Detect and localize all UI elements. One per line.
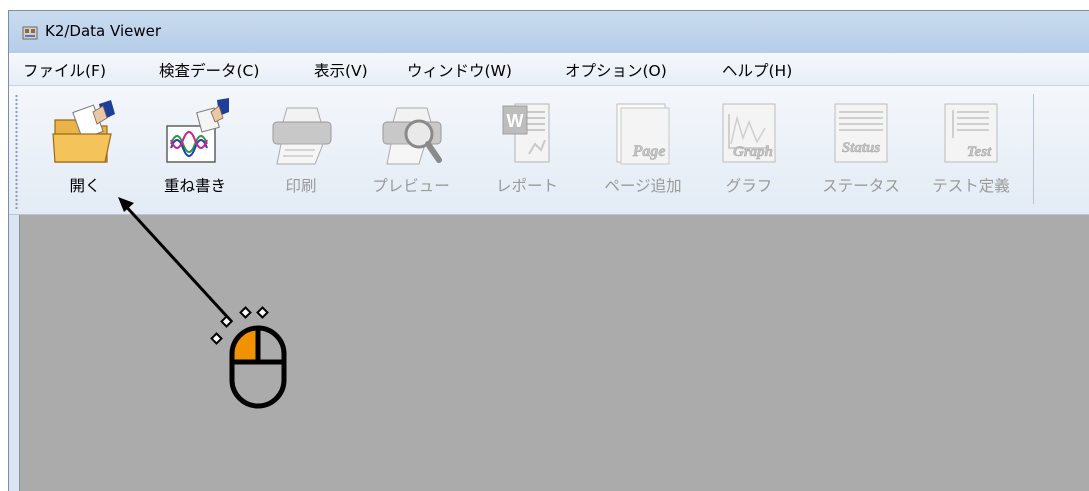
- menu-inspection-data[interactable]: 検査データ(C): [159, 59, 259, 81]
- open-button[interactable]: 開く: [45, 94, 125, 212]
- print-label: 印刷: [285, 177, 317, 195]
- test-definition-icon: Test: [944, 103, 998, 163]
- svg-text:Test: Test: [967, 144, 992, 160]
- title-bar[interactable]: K2/Data Viewer: [9, 11, 1089, 53]
- add-page-icon: Page: [616, 103, 670, 165]
- word-report-icon: W: [502, 103, 550, 163]
- svg-text:Graph: Graph: [733, 144, 773, 160]
- toolbar: 開く 重ね書き 印刷 プレビュー W レポート Page ページ追加 Graph…: [9, 86, 1089, 215]
- mdi-workspace[interactable]: [19, 215, 1089, 491]
- menu-help[interactable]: ヘルプ(H): [722, 59, 792, 81]
- open-label: 開く: [69, 177, 101, 195]
- toolbar-grip[interactable]: [15, 94, 18, 209]
- add-page-button[interactable]: Page ページ追加: [603, 94, 683, 212]
- toolbar-separator: [1033, 94, 1034, 204]
- menu-window[interactable]: ウィンドウ(W): [407, 59, 512, 81]
- printer-icon: [272, 107, 332, 165]
- test-definition-label: テスト定義: [932, 177, 1010, 195]
- status-button[interactable]: Status ステータス: [821, 94, 901, 212]
- test-definition-button[interactable]: Test テスト定義: [931, 94, 1011, 212]
- menu-bar: ファイル(F) 検査データ(C) 表示(V) ウィンドウ(W) オプション(O)…: [9, 53, 1089, 86]
- add-page-label: ページ追加: [604, 177, 682, 195]
- graph-button[interactable]: Graph グラフ: [709, 94, 789, 212]
- menu-options[interactable]: オプション(O): [565, 59, 667, 81]
- menu-file[interactable]: ファイル(F): [23, 59, 106, 81]
- overlay-button[interactable]: 重ね書き: [155, 94, 235, 212]
- overlay-label: 重ね書き: [163, 177, 226, 195]
- report-label: レポート: [495, 177, 558, 195]
- svg-text:Page: Page: [632, 143, 666, 160]
- status-label: ステータス: [822, 177, 900, 195]
- graph-icon: Graph: [722, 103, 776, 163]
- graph-label: グラフ: [725, 177, 773, 195]
- status-icon: Status: [834, 103, 888, 163]
- preview-button[interactable]: プレビュー: [371, 94, 451, 212]
- app-window: K2/Data Viewer ファイル(F) 検査データ(C) 表示(V) ウィ…: [8, 10, 1089, 491]
- window-title: K2/Data Viewer: [45, 22, 162, 40]
- k2-app-icon: [22, 26, 38, 40]
- print-preview-icon: [382, 107, 442, 165]
- open-folder-icon: [52, 100, 115, 163]
- menu-view[interactable]: 表示(V): [314, 59, 368, 81]
- overlay-waveform-icon: [166, 98, 229, 163]
- preview-label: プレビュー: [372, 177, 450, 195]
- print-button[interactable]: 印刷: [261, 94, 341, 212]
- svg-text:W: W: [507, 111, 524, 131]
- report-button[interactable]: W レポート: [487, 94, 567, 212]
- svg-text:Status: Status: [842, 140, 881, 156]
